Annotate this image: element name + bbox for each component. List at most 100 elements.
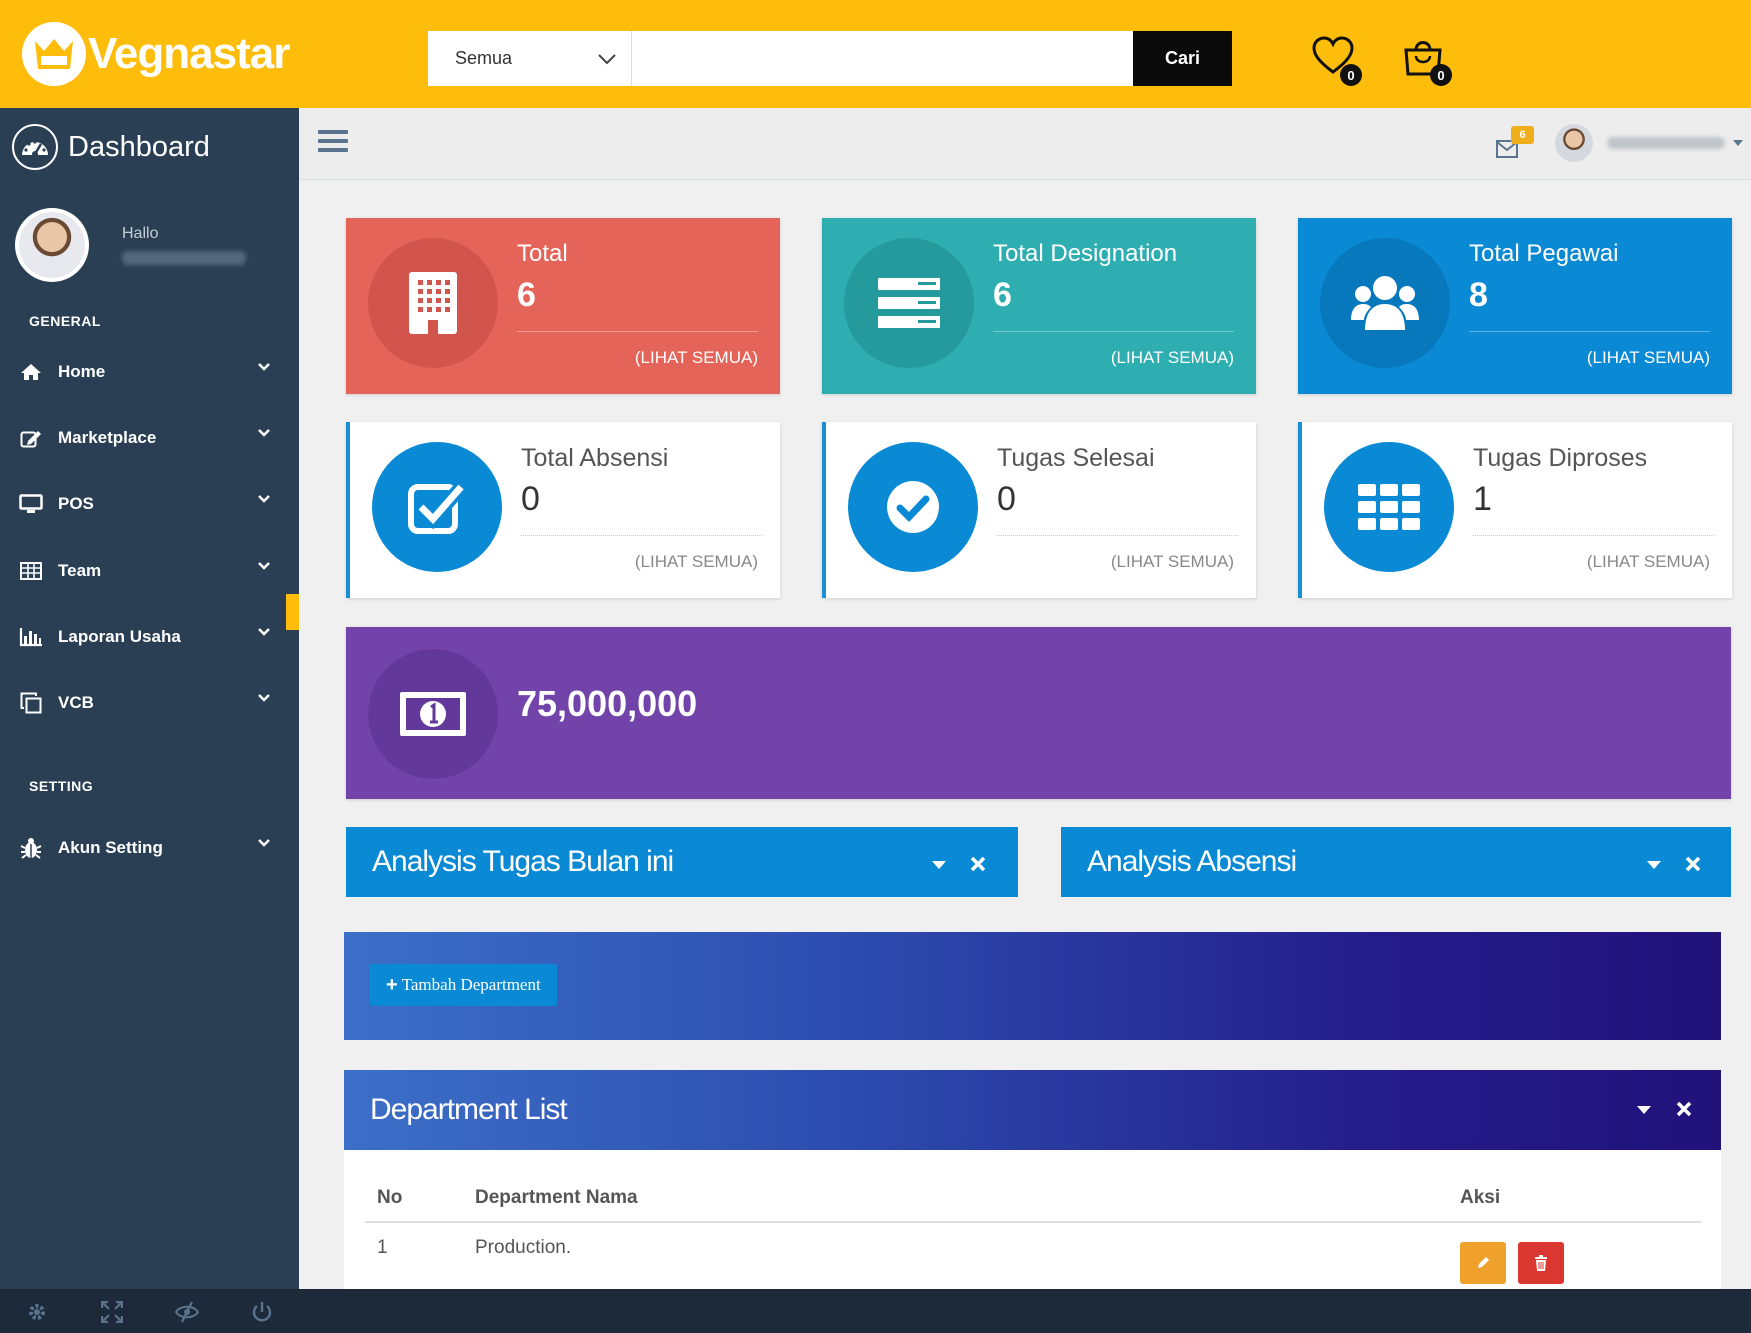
- sidebar-title-text: Dashboard: [68, 130, 210, 163]
- close-icon[interactable]: [1685, 856, 1701, 872]
- tile-link[interactable]: (LIHAT SEMUA): [635, 552, 758, 572]
- sidebar-item-vcb[interactable]: VCB: [0, 675, 299, 731]
- caret-down-icon: [1733, 140, 1743, 146]
- content-header: 6: [299, 108, 1751, 180]
- tile-title: Total Designation: [993, 240, 1178, 267]
- wishlist-count: 0: [1340, 64, 1362, 86]
- user-name-blurred: [1607, 137, 1725, 149]
- divider: [521, 535, 762, 536]
- search-category-value: Semua: [455, 48, 513, 68]
- panel-analysis-absensi: Analysis Absensi: [1061, 827, 1731, 897]
- sidebar-item-akun-setting[interactable]: Akun Setting: [0, 820, 299, 876]
- panel-title: Analysis Absensi: [1087, 845, 1297, 878]
- building-icon: [368, 238, 498, 368]
- sidebar-title[interactable]: Dashboard: [12, 124, 210, 170]
- divider: [1469, 331, 1710, 332]
- cart-button[interactable]: 0: [1402, 36, 1452, 86]
- tile-title: Tugas Selesai: [997, 444, 1155, 472]
- add-department-label: Tambah Department: [401, 975, 541, 994]
- cell-name: Production.: [475, 1237, 572, 1258]
- collapse-icon[interactable]: [1647, 861, 1661, 869]
- sidebar-item-laporan-usaha[interactable]: Laporan Usaha: [0, 609, 299, 665]
- search-input[interactable]: [632, 31, 1133, 86]
- sidebar-footer: [0, 1289, 1751, 1333]
- sidebar-item-label: Home: [58, 362, 106, 381]
- sidebar-item-label: Team: [58, 561, 102, 580]
- trash-icon: [1535, 1255, 1547, 1271]
- brand-logo[interactable]: Vegnastar: [22, 22, 290, 86]
- panel-analysis-tugas: Analysis Tugas Bulan ini: [346, 827, 1018, 897]
- collapse-icon[interactable]: [932, 861, 946, 869]
- tile-value: 6: [993, 276, 1012, 314]
- tile-value: 0: [997, 480, 1016, 518]
- crown-icon: [22, 22, 86, 86]
- bar-chart-icon: [18, 627, 44, 647]
- section-general: GENERAL: [29, 313, 101, 329]
- grid-icon: [1324, 442, 1454, 572]
- list-icon: [844, 238, 974, 368]
- avatar[interactable]: [15, 208, 89, 282]
- menu-toggle-icon[interactable]: [318, 130, 348, 156]
- panel-title: Analysis Tugas Bulan ini: [372, 845, 674, 878]
- chevron-down-icon: [258, 429, 270, 437]
- search-button[interactable]: Cari: [1133, 31, 1232, 86]
- chevron-down-icon: [258, 628, 270, 636]
- tile-tugas-selesai[interactable]: Tugas Selesai 0 (LIHAT SEMUA): [822, 422, 1256, 598]
- department-list-header: Department List: [344, 1070, 1721, 1150]
- cell-no: 1: [377, 1237, 388, 1258]
- messages-button[interactable]: 6: [1496, 126, 1534, 160]
- tile-link[interactable]: (LIHAT SEMUA): [1111, 552, 1234, 572]
- close-icon[interactable]: [1676, 1101, 1692, 1117]
- tile-value: 6: [517, 276, 536, 314]
- chevron-down-icon: [258, 495, 270, 503]
- tile-total-pegawai[interactable]: Total Pegawai 8 (LIHAT SEMUA): [1298, 218, 1732, 394]
- tile-value: 0: [521, 480, 540, 518]
- dashboard-icon: [12, 124, 58, 170]
- tile-total-absensi[interactable]: Total Absensi 0 (LIHAT SEMUA): [346, 422, 780, 598]
- tile-tugas-diproses[interactable]: Tugas Diproses 1 (LIHAT SEMUA): [1298, 422, 1732, 598]
- delete-button[interactable]: [1518, 1242, 1564, 1284]
- power-off-icon[interactable]: [249, 1299, 275, 1325]
- desktop-icon: [18, 494, 44, 514]
- eye-slash-icon[interactable]: [174, 1299, 200, 1325]
- sidebar-item-team[interactable]: Team: [0, 543, 299, 599]
- check-circle-icon: [848, 442, 978, 572]
- table-icon: [18, 562, 44, 580]
- column-header-no: No: [377, 1187, 403, 1208]
- department-table: No Department Nama Aksi 1 Production.: [344, 1150, 1721, 1289]
- tile-link[interactable]: (LIHAT SEMUA): [1111, 348, 1234, 368]
- fullscreen-icon[interactable]: [99, 1299, 125, 1325]
- tile-link[interactable]: (LIHAT SEMUA): [1587, 552, 1710, 572]
- sidebar: Dashboard Hallo GENERAL Home Marketplace…: [0, 108, 299, 1289]
- tile-value: 8: [1469, 276, 1488, 314]
- avatar: [1555, 124, 1593, 162]
- user-profile: Hallo: [15, 208, 246, 282]
- tile-title: Total Pegawai: [1469, 240, 1619, 267]
- pencil-icon: [1478, 1257, 1489, 1268]
- tile-title: Total Absensi: [521, 444, 669, 472]
- section-setting: SETTING: [29, 778, 94, 794]
- edit-button[interactable]: [1460, 1242, 1506, 1284]
- tile-link[interactable]: (LIHAT SEMUA): [635, 348, 758, 368]
- close-icon[interactable]: [970, 856, 986, 872]
- chevron-down-icon: [258, 363, 270, 371]
- user-menu[interactable]: [1555, 124, 1743, 162]
- settings-gear-icon[interactable]: [24, 1299, 50, 1325]
- sidebar-item-marketplace[interactable]: Marketplace: [0, 410, 299, 466]
- sidebar-item-pos[interactable]: POS: [0, 476, 299, 532]
- tile-link[interactable]: (LIHAT SEMUA): [1587, 348, 1710, 368]
- chevron-down-icon: [258, 839, 270, 847]
- tile-total[interactable]: Total 6 (LIHAT SEMUA): [346, 218, 780, 394]
- add-department-button[interactable]: + Tambah Department: [370, 964, 557, 1006]
- tile-total-designation[interactable]: Total Designation 6 (LIHAT SEMUA): [822, 218, 1256, 394]
- sidebar-item-home[interactable]: Home: [0, 344, 299, 400]
- copy-icon: [18, 692, 44, 714]
- money-value: 75,000,000: [517, 683, 698, 724]
- collapse-icon[interactable]: [1637, 1106, 1651, 1114]
- tile-money-total[interactable]: 75,000,000: [346, 627, 1731, 799]
- column-header-aksi: Aksi: [1460, 1187, 1501, 1208]
- divider: [997, 535, 1238, 536]
- search-category-select[interactable]: Semua: [428, 31, 632, 86]
- wishlist-button[interactable]: 0: [1312, 36, 1362, 86]
- bug-icon: [18, 837, 44, 859]
